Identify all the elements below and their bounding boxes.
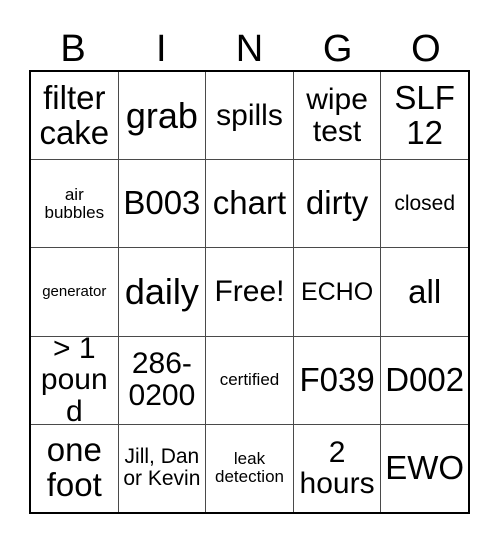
- bingo-cell-label: ECHO: [300, 277, 374, 306]
- bingo-cell[interactable]: generator: [31, 248, 119, 336]
- bingo-cell-free-space[interactable]: Free!: [206, 248, 294, 336]
- bingo-cell-label: SLF 12: [394, 78, 455, 151]
- bingo-cell-label: F039: [299, 360, 375, 398]
- bingo-cell-label: 286-0200: [128, 347, 196, 413]
- bingo-cell-label: wipe test: [306, 82, 368, 148]
- bingo-cell[interactable]: D002: [381, 337, 468, 424]
- bingo-cell-label: Jill, Dan or Kevin: [123, 445, 201, 491]
- bingo-cell-label: one foot: [46, 431, 102, 504]
- bingo-cell-label: grab: [125, 94, 198, 136]
- bingo-header-letter-n: N: [235, 28, 264, 70]
- bingo-cell-label: spills: [216, 98, 283, 132]
- bingo-cell[interactable]: leak detection: [206, 424, 294, 513]
- bingo-cell-label: EWO: [385, 448, 465, 486]
- bingo-cell[interactable]: EWO: [381, 425, 468, 512]
- bingo-cell-label: closed: [394, 191, 456, 215]
- bingo-cell-label: daily: [124, 270, 199, 312]
- bingo-cell-label: all: [408, 272, 442, 310]
- bingo-cell-label: dirty: [305, 184, 369, 222]
- bingo-header-letter-i: I: [156, 28, 167, 70]
- bingo-cell[interactable]: spills: [206, 72, 294, 160]
- bingo-header-letter-o: O: [411, 28, 441, 70]
- bingo-cell[interactable]: chart: [206, 160, 294, 248]
- bingo-row: > 1 pound 286-0200 certified F039 D002: [31, 336, 468, 425]
- bingo-row: air bubbles B003 chart dirty closed: [31, 160, 468, 249]
- bingo-cell[interactable]: 2 hours: [294, 424, 382, 513]
- bingo-cell[interactable]: grab: [119, 72, 207, 160]
- bingo-grid: filter cake grab spills wipe test SLF 12…: [29, 70, 470, 514]
- bingo-cell[interactable]: filter cake: [31, 72, 119, 160]
- bingo-cell-label: air bubbles: [44, 184, 105, 222]
- bingo-cell-label: B003: [123, 184, 201, 222]
- bingo-cell-label: Free!: [214, 275, 285, 309]
- bingo-cell[interactable]: ECHO: [294, 248, 382, 336]
- bingo-cell[interactable]: air bubbles: [31, 160, 119, 248]
- bingo-row: filter cake grab spills wipe test SLF 12: [31, 72, 468, 161]
- bingo-cell-label: chart: [212, 184, 287, 222]
- bingo-cell-label: leak detection: [214, 449, 284, 487]
- bingo-row: generator daily Free! ECHO all: [31, 248, 468, 337]
- bingo-cell-label: certified: [219, 370, 280, 390]
- bingo-cell[interactable]: Jill, Dan or Kevin: [119, 424, 207, 513]
- bingo-cell-label: > 1 pound: [40, 336, 108, 424]
- bingo-header-letter-b: B: [60, 28, 86, 70]
- bingo-cell[interactable]: SLF 12: [381, 72, 468, 159]
- bingo-cell[interactable]: certified: [206, 336, 294, 424]
- bingo-cell[interactable]: all: [381, 248, 468, 335]
- bingo-cell[interactable]: 286-0200: [119, 336, 207, 424]
- bingo-cell-label: D002: [385, 360, 465, 398]
- bingo-cell[interactable]: one foot: [31, 424, 119, 513]
- bingo-cell-label: 2 hours: [299, 435, 375, 501]
- bingo-cell-label: filter cake: [39, 78, 110, 151]
- bingo-cell[interactable]: dirty: [294, 160, 382, 248]
- bingo-cell[interactable]: daily: [119, 248, 207, 336]
- bingo-cell[interactable]: closed: [381, 160, 468, 247]
- bingo-header-letter-g: G: [322, 28, 353, 70]
- bingo-row: one foot Jill, Dan or Kevin leak detecti…: [31, 424, 468, 513]
- bingo-cell-label: generator: [42, 283, 107, 301]
- bingo-card: B I N G O filter cake grab spills wipe t…: [0, 0, 500, 544]
- bingo-cell[interactable]: > 1 pound: [31, 336, 119, 424]
- bingo-cell[interactable]: wipe test: [294, 72, 382, 160]
- bingo-header-row: B I N G O: [29, 18, 470, 70]
- bingo-cell[interactable]: F039: [294, 336, 382, 424]
- bingo-cell[interactable]: B003: [119, 160, 207, 248]
